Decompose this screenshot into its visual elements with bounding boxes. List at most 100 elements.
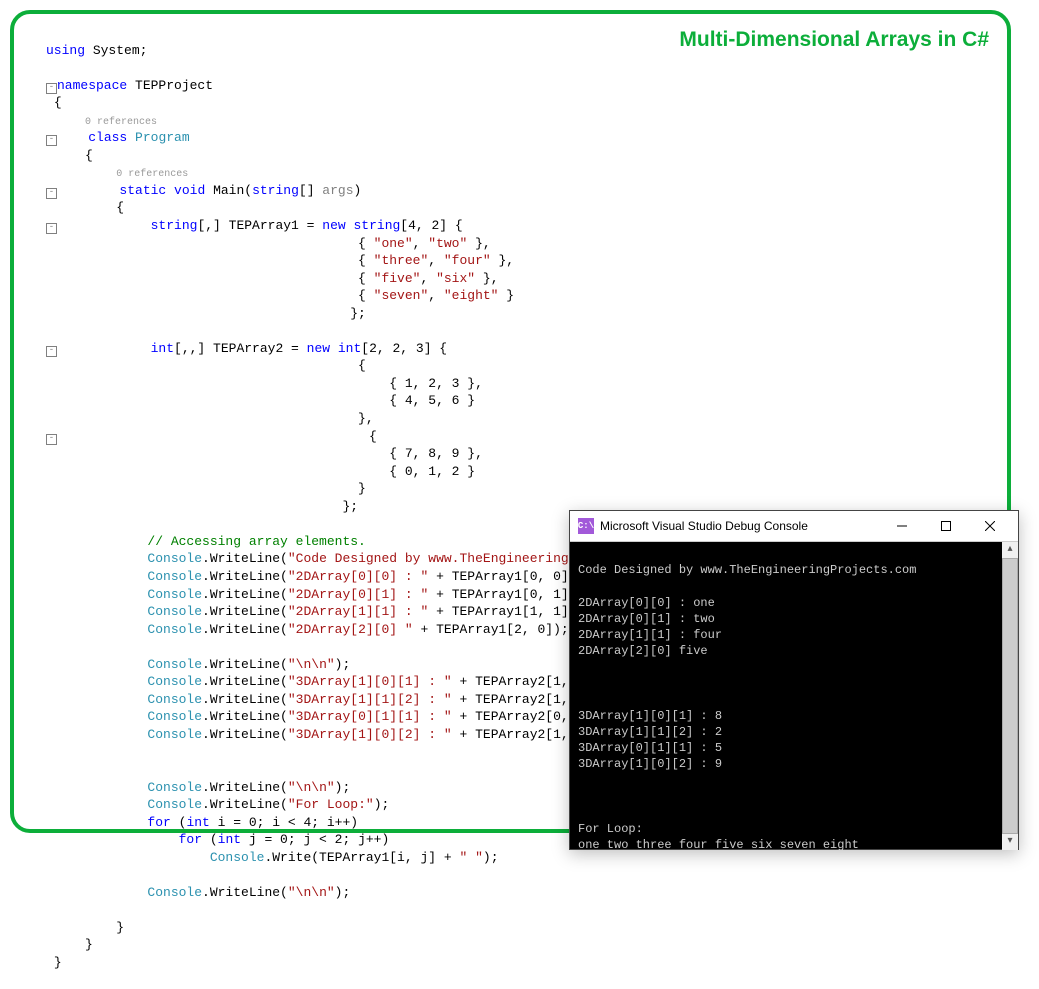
str: "2DArray[2][0] ": [288, 622, 413, 637]
str: "one": [374, 236, 413, 251]
txt: .WriteLine(: [202, 587, 288, 602]
brace: }: [54, 955, 62, 970]
console-line: one two three four five six seven eight: [578, 838, 859, 850]
txt: System;: [85, 43, 147, 58]
txt: (: [171, 815, 187, 830]
scrollbar-thumb[interactable]: [1002, 558, 1018, 834]
type: Console: [147, 780, 202, 795]
str: " ": [459, 850, 482, 865]
txt: },: [491, 253, 514, 268]
str: "three": [374, 253, 429, 268]
console-app-icon: C:\: [578, 518, 594, 534]
str: "five": [374, 271, 421, 286]
console-line: Code Designed by www.TheEngineeringProje…: [578, 563, 916, 577]
fold-icon[interactable]: -: [46, 434, 57, 445]
sp: [166, 183, 174, 198]
kw: new: [307, 341, 330, 356]
console-line: For Loop:: [578, 822, 643, 836]
kw: for: [147, 815, 170, 830]
txt: TEPArray1[i, j] +: [319, 850, 459, 865]
str: "2DArray[0][1] : ": [288, 587, 428, 602]
codelens[interactable]: 0 references: [85, 117, 157, 128]
str: "\n\n": [288, 885, 335, 900]
fold-icon[interactable]: -: [46, 346, 57, 357]
txt: +: [452, 692, 475, 707]
console-line: 3DArray[1][1][2] : 2: [578, 725, 722, 739]
console-line: 2DArray[1][1] : four: [578, 628, 722, 642]
console-line: 2DArray[0][1] : two: [578, 612, 715, 626]
param: args: [322, 183, 353, 198]
kw: for: [179, 832, 202, 847]
kw-using: using: [46, 43, 85, 58]
type: Console: [147, 657, 202, 672]
type: Console: [147, 885, 202, 900]
txt: .WriteLine(: [202, 885, 288, 900]
kw-class: class: [88, 130, 127, 145]
txt: };: [46, 306, 366, 321]
str: "seven": [374, 288, 429, 303]
console-titlebar[interactable]: C:\ Microsoft Visual Studio Debug Consol…: [570, 511, 1018, 542]
fold-icon[interactable]: -: [46, 135, 57, 146]
scroll-down-icon[interactable]: ▾: [1002, 834, 1018, 850]
kw: int: [218, 832, 241, 847]
txt: +: [452, 709, 475, 724]
txt: [4, 2] {: [400, 218, 462, 233]
txt: .WriteLine(: [202, 604, 288, 619]
txt: +: [452, 727, 475, 742]
txt: (: [202, 832, 218, 847]
console-line: 3DArray[1][0][1] : 8: [578, 709, 722, 723]
console-line: 3DArray[1][0][2] : 9: [578, 757, 722, 771]
comment: // Accessing array elements.: [147, 534, 365, 549]
txt: ,: [428, 288, 444, 303]
type: Console: [147, 551, 202, 566]
maximize-button[interactable]: [924, 512, 968, 540]
txt: TEPArray1[2, 0]);: [436, 622, 569, 637]
kw: int: [338, 341, 361, 356]
str: "eight": [444, 288, 499, 303]
txt: .WriteLine(: [202, 622, 288, 637]
fold-icon[interactable]: -: [46, 223, 57, 234]
codelens[interactable]: 0 references: [116, 169, 188, 180]
txt: TEPProject: [127, 78, 213, 93]
txt: +: [452, 674, 475, 689]
fold-icon[interactable]: -: [46, 188, 57, 199]
type: Console: [210, 850, 265, 865]
txt: i = 0; i < 4; i++): [210, 815, 358, 830]
brace: {: [116, 200, 124, 215]
fold-icon[interactable]: -: [46, 83, 57, 94]
txt: { 1, 2, 3 },: [46, 376, 483, 391]
brace: {: [85, 148, 93, 163]
txt: { 4, 5, 6 }: [46, 393, 475, 408]
str: "four": [444, 253, 491, 268]
console-scrollbar[interactable]: ▴ ▾: [1002, 542, 1018, 850]
sp: [127, 130, 135, 145]
kw: string: [151, 218, 198, 233]
console-output: Code Designed by www.TheEngineeringProje…: [570, 542, 1018, 850]
close-button[interactable]: [968, 512, 1012, 540]
txt: }: [498, 288, 514, 303]
console-line: 2DArray[2][0] five: [578, 644, 708, 658]
ind: {: [46, 236, 374, 251]
txt: [2, 2, 3] {: [361, 341, 447, 356]
txt: [,] TEPArray1 =: [197, 218, 322, 233]
brace: }: [116, 920, 124, 935]
txt: .WriteLine(: [202, 797, 288, 812]
console-title: Microsoft Visual Studio Debug Console: [600, 518, 808, 534]
txt: TEPArray1[1, 1]);: [452, 604, 585, 619]
txt: },: [46, 411, 374, 426]
txt: {: [57, 429, 377, 444]
minimize-button[interactable]: [880, 512, 924, 540]
txt: ,: [413, 236, 429, 251]
txt: .WriteLine(: [202, 569, 288, 584]
txt: ,: [420, 271, 436, 286]
brace: }: [85, 937, 93, 952]
txt: +: [428, 604, 451, 619]
kw-namespace: namespace: [57, 78, 127, 93]
txt: },: [467, 236, 490, 251]
debug-console-window: C:\ Microsoft Visual Studio Debug Consol…: [569, 510, 1019, 850]
console-line: 3DArray[0][1][1] : 5: [578, 741, 722, 755]
str: "For Loop:": [288, 797, 374, 812]
str: "six": [436, 271, 475, 286]
txt: []: [299, 183, 322, 198]
scroll-up-icon[interactable]: ▴: [1002, 542, 1018, 558]
